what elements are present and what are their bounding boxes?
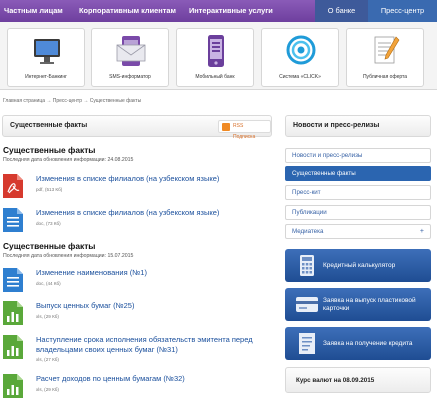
doc-file-icon (3, 208, 23, 232)
credit-calculator-button[interactable]: Кредитный калькулятор (285, 249, 431, 282)
sidebar-item-material-facts[interactable]: Существенные факты (285, 166, 431, 181)
expand-plus-icon[interactable]: + (420, 225, 424, 238)
credit-request-button[interactable]: Заявка на получение кредита (285, 327, 431, 360)
service-label: SMS-информатор (109, 74, 151, 80)
services-strip: Интернет-Банкинг SMS-информатор Мобильны… (0, 22, 437, 90)
credit-card-icon (296, 297, 318, 312)
breadcrumb[interactable]: Главная страница → Пресс-центр → Существ… (3, 98, 141, 104)
sidebar-header: Новости и пресс-релизы (285, 115, 431, 137)
xls-file-icon (3, 374, 23, 398)
monitor-icon (34, 39, 60, 64)
document-link[interactable]: Наступление срока исполнения обязательст… (36, 335, 271, 355)
document-link[interactable]: Расчет доходов по ценным бумагам (№32) (36, 374, 271, 384)
click-logo-icon (286, 35, 316, 65)
service-mobile-bank[interactable]: Мобильный банк (176, 28, 254, 87)
document-meta: pdf, (513 Кб) (36, 187, 63, 192)
section-updated-date: Последняя дата обновления информации: 24… (3, 157, 134, 163)
document-meta: xls, (27 Кб) (36, 357, 59, 362)
top-navigation: Частным лицам Корпоративным клиентам Инт… (0, 0, 437, 22)
main-header-bar: Существенные факты RSS Подписка (2, 115, 272, 140)
pdf-file-icon (3, 174, 23, 198)
service-internet-banking[interactable]: Интернет-Банкинг (7, 28, 85, 87)
document-meta: xls, (29 Кб) (36, 314, 59, 319)
xls-file-icon (3, 301, 23, 325)
sidebar-item-news[interactable]: Новости и пресс-релизы (285, 148, 431, 163)
section-title: Существенные факты (3, 145, 96, 155)
sidebar-item-publications[interactable]: Публикации (285, 205, 431, 220)
application-form-icon (299, 333, 315, 354)
promo-label: Кредитный калькулятор (323, 261, 396, 269)
service-label: Интернет-Банкинг (25, 74, 67, 80)
exchange-rates-box: Курс валют на 08.09.2015 (285, 367, 431, 393)
service-public-offer[interactable]: Публичная оферта (346, 28, 424, 87)
nav-interactive-services[interactable]: Интерактивные услуги (189, 0, 273, 22)
service-sms-informer[interactable]: SMS-информатор (91, 28, 169, 87)
doc-file-icon (3, 268, 23, 292)
document-link[interactable]: Изменения в списке филиалов (на узбекско… (36, 208, 271, 218)
sms-envelope-icon (116, 36, 146, 66)
exchange-rates-title: Курс валют на 08.09.2015 (296, 377, 375, 384)
document-meta: doc, (73 Кб) (36, 221, 61, 226)
xls-file-icon (3, 335, 23, 359)
document-meta: xls, (29 Кб) (36, 387, 59, 392)
rss-subscribe-button[interactable]: RSS Подписка (218, 120, 271, 140)
service-click-system[interactable]: Система «CLICK» (261, 28, 339, 87)
service-label: Публичная оферта (362, 74, 408, 80)
sidebar-item-label: Медиатека (292, 228, 324, 235)
section-title: Существенные факты (3, 241, 96, 251)
nav-about-bank[interactable]: О банке (315, 0, 368, 22)
document-link[interactable]: Изменение наименования (№1) (36, 268, 271, 278)
service-label: Система «CLICK» (279, 74, 321, 80)
page-title: Существенные факты (10, 122, 88, 129)
promo-label: Заявка на получение кредита (323, 339, 413, 347)
calculator-icon (300, 255, 314, 276)
nav-corporate-clients[interactable]: Корпоративным клиентам (79, 0, 176, 22)
sidebar-item-media-library[interactable]: Медиатека + (285, 224, 431, 239)
nav-press-center[interactable]: Пресс-центр (368, 0, 437, 22)
document-link[interactable]: Выпуск ценных бумаг (№25) (36, 301, 271, 311)
nav-private-clients[interactable]: Частным лицам (4, 0, 63, 22)
document-meta: doc, (44 Кб) (36, 281, 61, 286)
document-pen-icon (374, 36, 400, 64)
sidebar-item-press-kit[interactable]: Пресс-кит (285, 185, 431, 200)
card-request-button[interactable]: Заявка на выпуск пластиковой карточки (285, 288, 431, 321)
section-updated-date: Последняя дата обновления информации: 15… (3, 253, 134, 259)
promo-label: Заявка на выпуск пластиковой карточки (323, 296, 416, 312)
sidebar-title: Новости и пресс-релизы (293, 122, 380, 129)
document-link[interactable]: Изменения в списке филиалов (на узбекско… (36, 174, 271, 184)
service-label: Мобильный банк (195, 74, 235, 80)
rss-label: RSS Подписка (233, 123, 256, 140)
rss-icon (222, 123, 230, 131)
mobile-phone-icon (208, 35, 224, 67)
